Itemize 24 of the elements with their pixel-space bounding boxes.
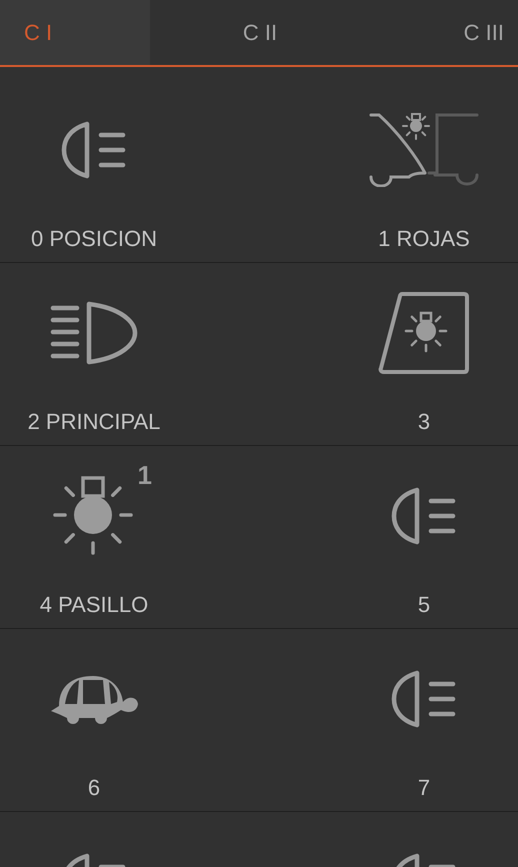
roof-lamp-icon [378,291,470,375]
light-tile[interactable]: 3 [330,263,518,445]
light-tile[interactable]: 6 [0,629,188,811]
tile-label: 2 PRINCIPAL [28,411,160,433]
light-tile[interactable]: 0 POSICION [0,80,188,262]
turtle-icon [49,674,139,724]
main-beam-icon [49,300,139,366]
tile-label: 4 PASILLO [40,594,148,616]
headlamp-icon [61,121,127,179]
tile-label: 0 POSICION [31,228,157,250]
tile-label: 3 [418,411,430,433]
light-tile[interactable]: 1 ROJAS [330,80,518,262]
tile-label: 5 [418,594,430,616]
headlamp-icon [391,487,457,545]
light-tile[interactable]: 2 PRINCIPAL [0,263,188,445]
light-tile[interactable]: 7 [330,629,518,811]
tile-label: 1 ROJAS [378,228,470,250]
truck-trailer-icon [369,113,479,187]
headlamp-icon [391,670,457,728]
light-tile[interactable]: 1 4 PASILLO [0,446,188,628]
light-tile[interactable]: 5 [330,446,518,628]
tile-label: 7 [418,777,430,799]
tile-label: 6 [88,777,100,799]
count-label: 1 [138,462,152,488]
